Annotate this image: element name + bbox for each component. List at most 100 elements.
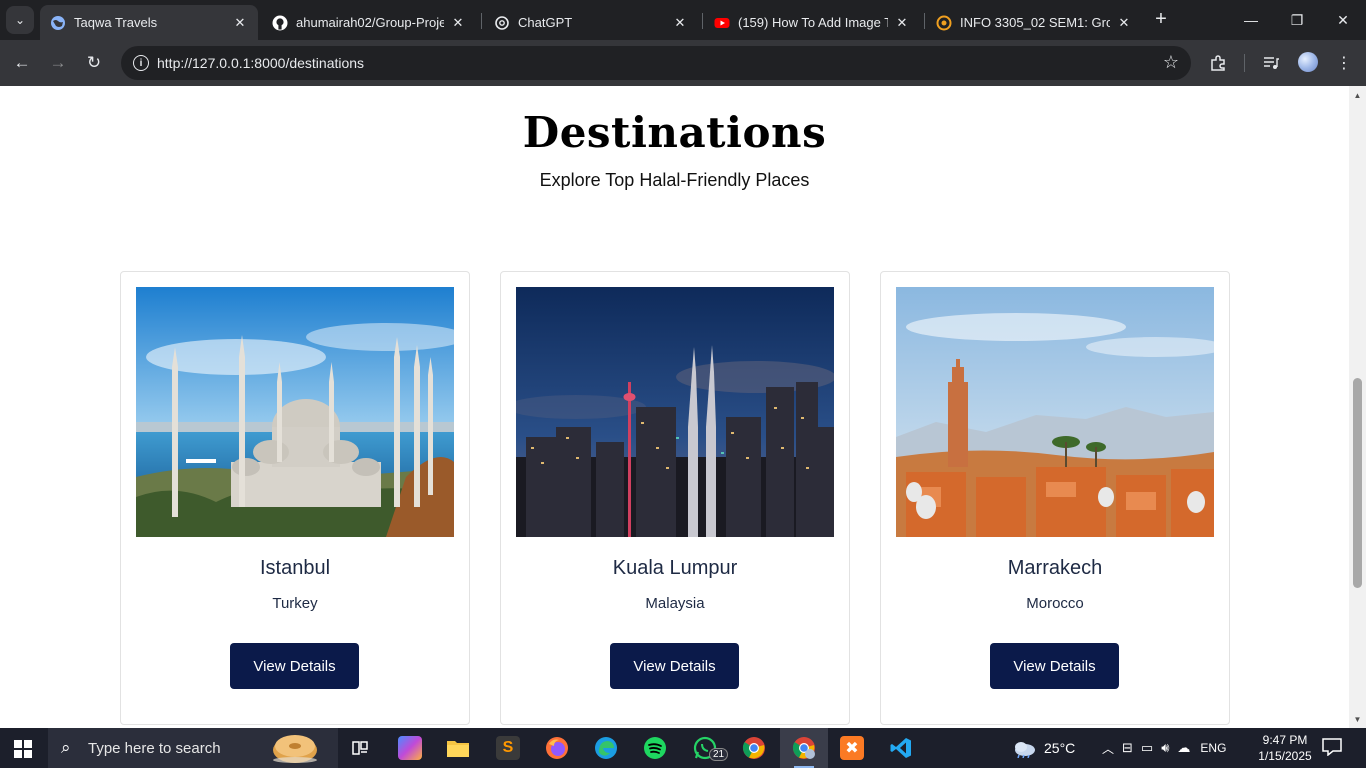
chevron-down-icon: ⌄ — [14, 13, 26, 27]
edge-button[interactable] — [582, 728, 630, 768]
site-info-icon[interactable]: i — [133, 55, 149, 71]
copilot-button[interactable] — [386, 728, 434, 768]
taskbar-clock[interactable]: 9:47 PM 1/15/2025 — [1250, 732, 1320, 764]
back-button[interactable]: ← — [8, 49, 36, 77]
language-indicator[interactable]: ENG — [1200, 741, 1226, 755]
view-details-button[interactable]: View Details — [610, 643, 739, 689]
address-url[interactable]: http://127.0.0.1:8000/destinations — [157, 55, 364, 71]
menu-icon[interactable]: ⋮ — [1330, 49, 1358, 77]
address-bar[interactable]: i http://127.0.0.1:8000/destinations ☆ — [121, 46, 1191, 80]
scroll-down-arrow-icon[interactable]: ▼ — [1349, 712, 1366, 726]
destination-city: Kuala Lumpur — [612, 557, 738, 579]
arrow-right-icon: → — [49, 53, 67, 72]
folder-icon — [447, 741, 469, 757]
onedrive-cloud-icon[interactable]: ☁ — [1177, 740, 1190, 756]
tab-title: INFO 3305_02 SEM1: Group — [960, 15, 1110, 30]
edge-icon — [595, 737, 617, 759]
tab-title: Taqwa Travels — [74, 15, 158, 30]
battery-icon[interactable]: ▭ — [1141, 740, 1153, 756]
page-scrollbar[interactable]: ▲ ▼ — [1349, 86, 1366, 728]
youtube-icon — [714, 15, 730, 31]
chrome-icon — [742, 737, 765, 759]
tab-chatgpt[interactable]: ChatGPT ✕ — [484, 5, 698, 40]
tab-moodle[interactable]: INFO 3305_02 SEM1: Group ✕ — [926, 5, 1142, 40]
destination-card-marrakech: Marrakech Morocco View Details — [880, 271, 1230, 725]
weather-widget[interactable]: 25°C — [1012, 728, 1075, 768]
close-icon[interactable]: ✕ — [1116, 15, 1132, 31]
extensions-icon[interactable] — [1204, 49, 1232, 77]
firefox-icon — [546, 737, 568, 759]
sublime-icon: S — [496, 736, 520, 760]
windows-start-icon[interactable] — [14, 740, 32, 758]
scrollbar-thumb[interactable] — [1353, 378, 1362, 588]
system-tray[interactable]: ︿ ⊟ ▭ 🔊︎ ☁ ENG — [1098, 728, 1226, 768]
vscode-icon — [890, 738, 911, 758]
file-explorer-button[interactable] — [434, 728, 482, 768]
notification-count-badge: 21 — [709, 748, 729, 761]
chevron-up-icon[interactable]: ︿ — [1102, 740, 1114, 757]
xampp-button[interactable]: ✖ — [828, 728, 876, 768]
scroll-up-arrow-icon[interactable]: ▲ — [1349, 88, 1366, 102]
toolbar-divider — [1244, 54, 1245, 72]
reload-button[interactable]: ↻ — [80, 49, 108, 77]
vscode-button[interactable] — [877, 728, 925, 768]
cloudy-weather-icon — [1015, 742, 1035, 758]
volume-icon[interactable]: 🔊︎ — [1161, 740, 1169, 756]
spotify-button[interactable] — [631, 728, 679, 768]
browser-toolbar: ← → ↻ i http://127.0.0.1:8000/destinatio… — [0, 40, 1366, 86]
close-icon[interactable]: ✕ — [894, 15, 910, 31]
search-placeholder: Type here to search — [88, 740, 221, 757]
network-icon[interactable]: ⊟ — [1122, 740, 1133, 756]
minimize-button[interactable]: — — [1228, 0, 1274, 40]
chrome-profile-icon — [792, 737, 815, 759]
bookmark-star-icon[interactable]: ☆ — [1163, 52, 1179, 73]
windows-taskbar: ⌕ Type here to search S 21 ✖ 25°C ︿ ⊟ ▭ … — [0, 728, 1366, 768]
destination-image-marrakech — [896, 287, 1214, 537]
sublime-text-button[interactable]: S — [484, 728, 532, 768]
arrow-left-icon: ← — [13, 53, 31, 72]
view-details-button[interactable]: View Details — [230, 643, 359, 689]
destination-card-istanbul: Istanbul Turkey View Details — [120, 271, 470, 725]
firefox-button[interactable] — [533, 728, 581, 768]
tab-divider — [481, 13, 482, 29]
close-icon[interactable]: ✕ — [232, 15, 248, 31]
restore-button[interactable]: ❐ — [1274, 0, 1320, 40]
tab-divider — [924, 13, 925, 29]
destination-city: Marrakech — [1007, 557, 1103, 579]
whatsapp-button[interactable]: 21 — [681, 728, 729, 768]
taskbar-search[interactable]: ⌕ Type here to search — [48, 728, 338, 768]
tab-taqwa-travels[interactable]: Taqwa Travels ✕ — [40, 5, 258, 40]
bagel-icon — [273, 735, 317, 763]
close-window-button[interactable]: ✕ — [1320, 0, 1366, 40]
close-icon[interactable]: ✕ — [672, 15, 688, 31]
tab-youtube[interactable]: (159) How To Add Image To ✕ — [704, 5, 920, 40]
notification-center-icon[interactable] — [1322, 738, 1342, 761]
reload-icon: ↻ — [86, 53, 102, 72]
tab-search-button[interactable]: ⌄ — [6, 6, 34, 34]
browser-tab-strip: ⌄ Taqwa Travels ✕ ahumairah02/Group-Proj… — [0, 0, 1366, 40]
new-tab-button[interactable]: + — [1150, 8, 1172, 30]
page-subtitle: Explore Top Halal-Friendly Places — [539, 170, 810, 190]
plus-icon: + — [1155, 7, 1167, 30]
page-title: Destinations — [522, 108, 827, 157]
forward-button[interactable]: → — [44, 49, 72, 77]
tab-divider — [702, 13, 703, 29]
spotify-icon — [644, 737, 666, 759]
media-controls-icon[interactable] — [1257, 49, 1285, 77]
destination-country: Turkey — [272, 595, 318, 612]
globe-icon — [50, 15, 66, 31]
view-details-button[interactable]: View Details — [990, 643, 1119, 689]
close-icon[interactable]: ✕ — [450, 15, 466, 31]
tab-github[interactable]: ahumairah02/Group-Project ✕ — [262, 5, 476, 40]
profile-avatar[interactable] — [1298, 52, 1318, 72]
tab-title: ahumairah02/Group-Project — [296, 15, 444, 30]
page-viewport: Destinations Explore Top Halal-Friendly … — [0, 86, 1349, 728]
minimize-icon: — — [1244, 12, 1258, 28]
destination-image-kuala-lumpur — [516, 287, 834, 537]
task-view-icon — [352, 741, 368, 755]
task-view-button[interactable] — [336, 728, 384, 768]
destination-city: Istanbul — [259, 557, 331, 579]
destination-country: Morocco — [1026, 595, 1084, 612]
chrome-button[interactable] — [730, 728, 778, 768]
chrome-profile-button[interactable] — [780, 728, 828, 768]
